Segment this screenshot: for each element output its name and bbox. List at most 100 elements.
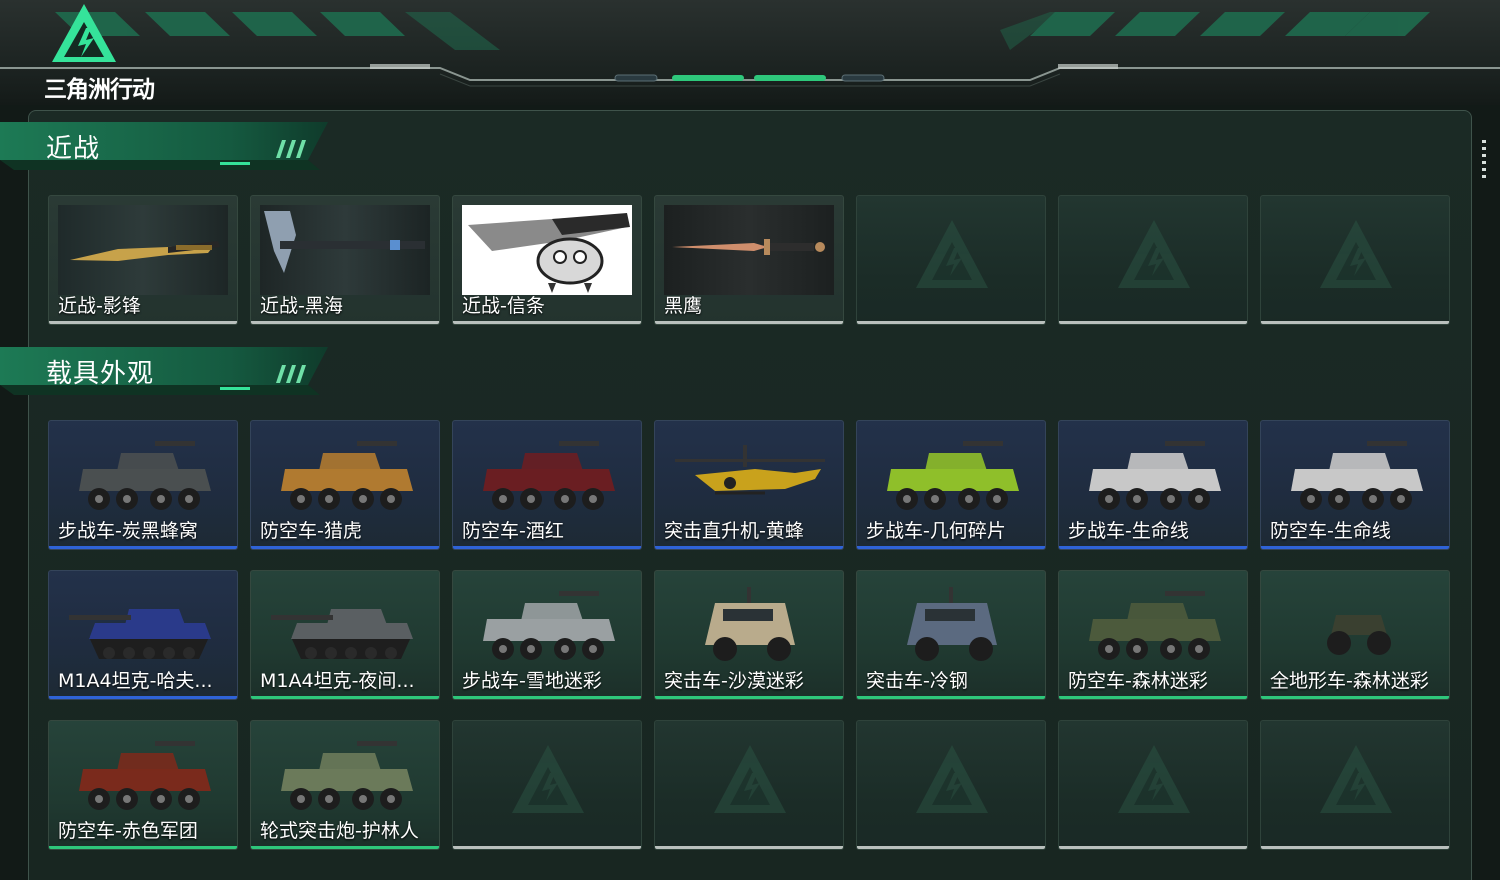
- card-label: 防空车-猎虎: [260, 520, 362, 542]
- vehicle-skin-card[interactable]: M1A4坦克-哈夫...: [48, 570, 238, 700]
- empty-slot: [856, 720, 1046, 850]
- card-label: 步战车-几何碎片: [866, 520, 1006, 542]
- card-rarity-bar: [49, 696, 237, 699]
- knuckle-knife-icon: [462, 205, 632, 295]
- card-label: 防空车-赤色军团: [58, 820, 198, 842]
- section-header-vehicle-skins: 载具外观: [0, 345, 340, 401]
- card-label: 突击车-沙漠迷彩: [664, 670, 804, 692]
- card-rarity-bar: [453, 546, 641, 549]
- empty-slot: [452, 720, 642, 850]
- melee-card[interactable]: 黑鹰: [654, 195, 844, 325]
- watermark-logo-icon: [1118, 745, 1190, 813]
- card-label: M1A4坦克-夜间...: [260, 670, 415, 692]
- card-label: 轮式突击炮-护林人: [260, 820, 419, 842]
- card-label: 全地形车-森林迷彩: [1270, 670, 1429, 692]
- vehicle-icon: [473, 579, 623, 671]
- section-title: 载具外观: [46, 359, 155, 389]
- card-label: 近战-黑海: [260, 295, 343, 317]
- vehicle-skin-card[interactable]: 步战车-几何碎片: [856, 420, 1046, 550]
- empty-slot: [1058, 195, 1248, 325]
- card-label: 近战-影锋: [58, 295, 141, 317]
- card-rarity-bar: [1261, 546, 1449, 549]
- card-rarity-bar: [857, 321, 1045, 324]
- card-rarity-bar: [655, 321, 843, 324]
- card-label: 防空车-酒红: [462, 520, 564, 542]
- watermark-logo-icon: [1320, 745, 1392, 813]
- watermark-logo-icon: [512, 745, 584, 813]
- card-rarity-bar: [655, 696, 843, 699]
- vehicle-icon: [271, 429, 421, 521]
- dagger-icon: [664, 205, 834, 295]
- vehicle-icon: [69, 579, 219, 671]
- watermark-logo-icon: [714, 745, 786, 813]
- logo-title: 三角洲行动: [44, 77, 155, 103]
- melee-card[interactable]: 近战-影锋: [48, 195, 238, 325]
- vehicle-icon: [1079, 429, 1229, 521]
- vehicle-skin-card[interactable]: 突击车-冷钢: [856, 570, 1046, 700]
- empty-slot: [1260, 195, 1450, 325]
- card-rarity-bar: [453, 321, 641, 324]
- card-label: 黑鹰: [664, 295, 703, 317]
- vehicle-skin-card[interactable]: 步战车-生命线: [1058, 420, 1248, 550]
- empty-slot: [856, 195, 1046, 325]
- vehicle-skin-card[interactable]: 防空车-赤色军团: [48, 720, 238, 850]
- vehicle-icon: [69, 429, 219, 521]
- card-rarity-bar: [1059, 321, 1247, 324]
- vehicle-skin-card[interactable]: 防空车-猎虎: [250, 420, 440, 550]
- card-label: 步战车-生命线: [1068, 520, 1189, 542]
- card-rarity-bar: [1059, 546, 1247, 549]
- card-rarity-bar: [1261, 696, 1449, 699]
- card-rarity-bar: [1059, 696, 1247, 699]
- card-rarity-bar: [857, 696, 1045, 699]
- section-title: 近战: [46, 134, 101, 164]
- card-rarity-bar: [453, 846, 641, 849]
- vehicle-icon: [69, 729, 219, 821]
- card-label: 近战-信条: [462, 295, 545, 317]
- vehicle-skin-card[interactable]: 突击车-沙漠迷彩: [654, 570, 844, 700]
- card-label: 突击车-冷钢: [866, 670, 968, 692]
- header-decoration: [0, 12, 1500, 87]
- card-rarity-bar: [49, 321, 237, 324]
- vehicle-skin-card[interactable]: 防空车-生命线: [1260, 420, 1450, 550]
- card-label: 防空车-森林迷彩: [1068, 670, 1208, 692]
- scrollbar[interactable]: [1482, 140, 1486, 180]
- card-rarity-bar: [49, 546, 237, 549]
- card-rarity-bar: [453, 696, 641, 699]
- watermark-logo-icon: [916, 220, 988, 288]
- vehicle-skin-card[interactable]: 防空车-酒红: [452, 420, 642, 550]
- card-rarity-bar: [251, 321, 439, 324]
- watermark-logo-icon: [916, 745, 988, 813]
- vehicle-skin-card[interactable]: 轮式突击炮-护林人: [250, 720, 440, 850]
- vehicle-skin-card[interactable]: 全地形车-森林迷彩: [1260, 570, 1450, 700]
- melee-card[interactable]: 近战-黑海: [250, 195, 440, 325]
- card-label: M1A4坦克-哈夫...: [58, 670, 213, 692]
- vehicle-skin-card[interactable]: 防空车-森林迷彩: [1058, 570, 1248, 700]
- top-header: 三角洲行动: [0, 0, 1500, 105]
- empty-slot: [1058, 720, 1248, 850]
- vehicle-skin-card[interactable]: M1A4坦克-夜间...: [250, 570, 440, 700]
- card-rarity-bar: [1261, 321, 1449, 324]
- vehicle-icon: [877, 429, 1027, 521]
- vehicle-icon: [877, 579, 1027, 671]
- empty-slot: [654, 720, 844, 850]
- card-rarity-bar: [857, 546, 1045, 549]
- vehicle-icon: [675, 429, 825, 521]
- melee-card[interactable]: 近战-信条: [452, 195, 642, 325]
- vehicle-skin-card[interactable]: 步战车-炭黑蜂窝: [48, 420, 238, 550]
- vehicle-icon: [675, 579, 825, 671]
- vehicle-icon: [1281, 429, 1431, 521]
- vehicle-skin-card[interactable]: 突击直升机-黄蜂: [654, 420, 844, 550]
- card-label: 步战车-炭黑蜂窝: [58, 520, 198, 542]
- empty-slot: [1260, 720, 1450, 850]
- card-rarity-bar: [251, 846, 439, 849]
- vehicle-icon: [271, 729, 421, 821]
- vehicle-icon: [1079, 579, 1229, 671]
- card-rarity-bar: [1059, 846, 1247, 849]
- card-rarity-bar: [857, 846, 1045, 849]
- card-rarity-bar: [251, 696, 439, 699]
- section-header-melee: 近战: [0, 120, 340, 176]
- card-rarity-bar: [49, 846, 237, 849]
- card-label: 防空车-生命线: [1270, 520, 1391, 542]
- vehicle-skin-card[interactable]: 步战车-雪地迷彩: [452, 570, 642, 700]
- vehicle-icon: [271, 579, 421, 671]
